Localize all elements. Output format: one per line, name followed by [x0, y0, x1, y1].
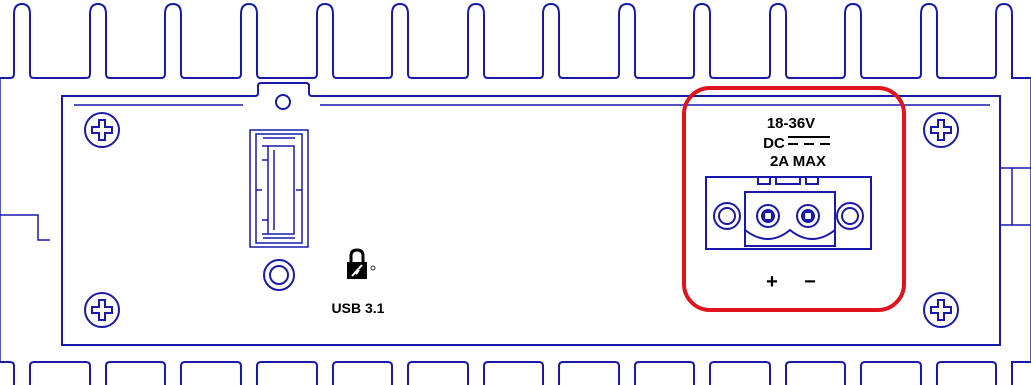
chassis-outline	[0, 78, 1031, 362]
dc-symbol-icon	[788, 136, 830, 145]
screw-icon	[84, 112, 120, 148]
plus-label: +	[766, 271, 778, 293]
screw-icon	[84, 292, 120, 328]
usb-lock-icon	[347, 248, 376, 279]
usb-label: USB 3.1	[332, 300, 385, 316]
screw-icon	[923, 112, 959, 148]
usb-port[interactable]	[249, 129, 309, 248]
top-fins	[0, 2, 1031, 79]
bottom-fins	[0, 361, 1031, 385]
faceplate	[61, 82, 1001, 346]
screw-icon	[923, 292, 959, 328]
io-panel-drawing: USB 3.1 18-36V DC 2A MAX + −	[0, 2, 1031, 385]
current-label: 2A MAX	[770, 153, 826, 170]
minus-label: −	[804, 271, 816, 293]
terminal-block-icon[interactable]	[705, 176, 872, 250]
round-button[interactable]	[263, 259, 295, 291]
alignment-hole	[275, 94, 291, 110]
voltage-label: 18-36V	[767, 115, 815, 132]
dc-label: DC	[763, 135, 785, 152]
